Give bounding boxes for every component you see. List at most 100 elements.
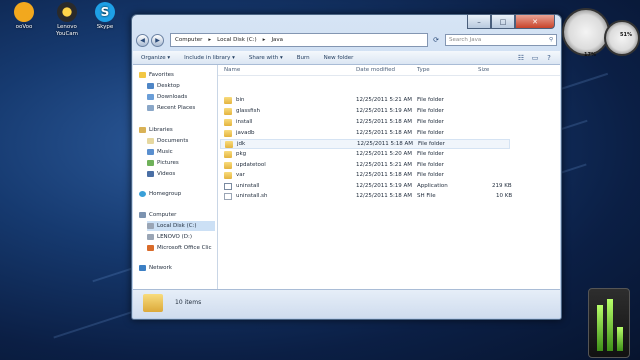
navigation-pane: Favorites Desktop Downloads Recent Place… [133,65,218,289]
burn-button[interactable]: Burn [297,55,310,61]
desktop-icon-skype[interactable]: S Skype [86,2,124,31]
desktop-icon-youcam[interactable]: Lenovo YouCam [48,2,86,38]
folder-icon [224,108,232,115]
level-bar [597,305,603,351]
network-icon [139,265,146,271]
table-row[interactable]: javadb 12/25/2011 5:18 AM File folder [220,129,510,139]
preview-pane-icon[interactable]: ▭ [530,54,540,62]
address-bar-row: ◀ ▶ Computer ▸ Local Disk (C:) ▸ Java ⟳ … [136,33,557,47]
music-icon [147,149,154,155]
column-header-date[interactable]: Date modified [356,67,395,73]
back-button[interactable]: ◀ [136,33,149,47]
drive-icon [147,234,154,240]
explorer-window: – □ ✕ ◀ ▶ Computer ▸ Local Disk (C:) ▸ J… [131,14,562,320]
documents-icon [147,138,154,144]
table-row[interactable]: glassfish 12/25/2011 5:19 AM File folder [220,107,510,117]
recent-places-icon [147,105,154,111]
file-icon [224,193,232,200]
share-with-button[interactable]: Share with ▾ [249,55,283,61]
memory-meter-gadget[interactable] [604,20,640,56]
search-input[interactable]: Search Java ⚲ [445,34,557,46]
level-bar [617,327,623,351]
organize-button[interactable]: Organize ▾ [141,55,170,61]
view-controls: ☷ ▭ ? [512,54,554,62]
nav-computer[interactable]: Computer [139,210,176,220]
memory-readout: 51% [620,32,632,38]
volume-meter-gadget[interactable] [588,288,630,358]
cpu-meter-gadget[interactable] [562,8,610,56]
breadcrumb-item[interactable]: Local Disk (C:) [217,37,257,43]
folder-icon [225,141,233,148]
folder-icon [224,151,232,158]
search-placeholder: Search Java [449,37,482,43]
forward-button[interactable]: ▶ [151,33,164,47]
nav-pictures[interactable]: Pictures [147,158,179,168]
nav-videos[interactable]: Videos [147,169,175,179]
search-icon: ⚲ [548,37,553,43]
folder-icon [224,119,232,126]
include-in-library-button[interactable]: Include in library ▾ [184,55,235,61]
table-row[interactable]: install 12/25/2011 5:18 AM File folder [220,118,510,128]
breadcrumb-item[interactable]: Computer [175,37,202,43]
library-icon [139,127,146,133]
nav-downloads[interactable]: Downloads [147,92,187,102]
status-bar: 10 items [133,289,560,318]
breadcrumb-item[interactable]: Java [271,37,283,43]
views-icon[interactable]: ☷ [516,54,526,62]
nav-music[interactable]: Music [147,147,173,157]
application-icon [224,183,232,190]
table-row[interactable]: pkg 12/25/2011 5:20 AM File folder [220,150,510,160]
table-row[interactable]: updatetool 12/25/2011 5:21 AM File folde… [220,161,510,171]
nav-network[interactable]: Network [139,263,172,273]
column-header-type[interactable]: Type [417,67,430,73]
star-icon [139,72,146,78]
command-bar: Organize ▾ Include in library ▾ Share wi… [133,51,560,65]
nav-favorites[interactable]: Favorites [139,70,174,80]
folder-icon [224,97,232,104]
help-icon[interactable]: ? [544,54,554,62]
column-header-name[interactable]: Name [224,67,240,73]
computer-icon [139,212,146,218]
desktop-icon-oovoo[interactable]: ooVoo [5,2,43,31]
nav-recent-places[interactable]: Recent Places [147,103,195,113]
folder-icon [224,172,232,179]
nav-libraries[interactable]: Libraries [139,125,173,135]
level-bar [607,299,613,351]
nav-lenovo-drive[interactable]: LENOVO (D:) [147,232,192,242]
table-row[interactable]: var 12/25/2011 5:18 AM File folder [220,171,510,181]
table-row[interactable]: uninstall.sh 12/25/2011 5:18 AM SH File … [220,192,512,202]
minimize-button[interactable]: – [467,14,491,29]
header-divider [218,75,560,76]
breadcrumb[interactable]: Computer ▸ Local Disk (C:) ▸ Java [170,33,428,47]
window-controls: – □ ✕ [467,14,555,29]
item-count: 10 items [175,299,202,306]
office-drive-icon [147,245,154,251]
cpu-readout: 17% [584,52,596,58]
youcam-icon [57,2,77,22]
downloads-icon [147,94,154,100]
maximize-button[interactable]: □ [491,14,515,29]
file-list: Name Date modified Type Size bin 12/25/2… [218,65,560,289]
table-row[interactable]: uninstall 12/25/2011 5:19 AM Application… [220,182,512,192]
oovoo-icon [14,2,34,22]
table-row[interactable]: jdk 12/25/2011 5:18 AM File folder [220,139,510,149]
drive-icon [147,223,154,229]
new-folder-button[interactable]: New folder [324,55,354,61]
videos-icon [147,171,154,177]
close-button[interactable]: ✕ [515,14,555,29]
breadcrumb-separator: ▸ [262,37,266,43]
pictures-icon [147,160,154,166]
desktop-icon [147,83,154,89]
column-header-size[interactable]: Size [478,67,489,73]
nav-documents[interactable]: Documents [147,136,188,146]
table-row[interactable]: bin 12/25/2011 5:21 AM File folder [220,96,510,106]
skype-icon: S [95,2,115,22]
nav-local-disk[interactable]: Local Disk (C:) [147,221,215,231]
folder-icon [224,130,232,137]
nav-office-drive[interactable]: Microsoft Office Clic [147,243,212,253]
nav-homegroup[interactable]: Homegroup [139,189,181,199]
refresh-icon[interactable]: ⟳ [430,34,442,46]
breadcrumb-separator: ▸ [208,37,212,43]
homegroup-icon [139,191,146,197]
nav-desktop[interactable]: Desktop [147,81,180,91]
